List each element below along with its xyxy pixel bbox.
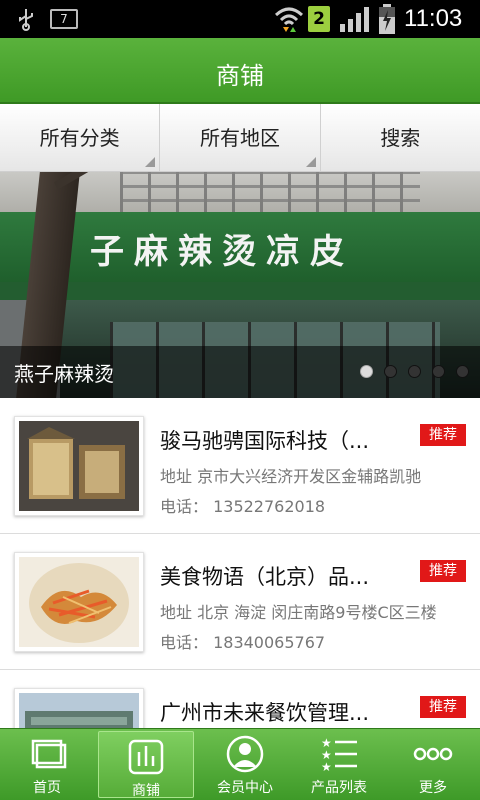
bottom-nav: 首页 商铺 会员中心 ★ ★ ★ 产品列表 更多: [0, 728, 480, 800]
recommend-badge: 推荐: [420, 424, 466, 446]
list-item[interactable]: 美食物语（北京）品... 推荐 地址 北京 海淀 闵庄南路9号楼C区三楼 电话：…: [0, 534, 480, 670]
filter-search[interactable]: 搜索: [321, 104, 480, 171]
shop-phone: 电话： 13522762018: [160, 497, 326, 516]
shop-thumbnail: [14, 688, 144, 728]
sim-slot-icon: 2: [308, 6, 330, 32]
nav-label: 会员中心: [217, 780, 273, 796]
recommend-badge: 推荐: [420, 696, 466, 718]
shop-image-art: [19, 557, 139, 647]
nav-home[interactable]: 首页: [0, 729, 94, 800]
nav-label: 首页: [33, 780, 61, 796]
nav-label: 更多: [419, 780, 447, 796]
usb-icon: [19, 9, 33, 31]
shop-name: 骏马驰骋国际科技（...: [160, 429, 370, 453]
title-bar: 商铺: [0, 38, 480, 104]
list-icon: ★ ★ ★: [321, 736, 357, 773]
banner-sub-sign: [0, 282, 480, 300]
list-item[interactable]: 广州市未来餐饮管理... 推荐: [0, 670, 480, 728]
filter-all-categories[interactable]: 所有分类: [0, 104, 161, 171]
banner-window-grid: [120, 172, 420, 216]
filter-label: 所有地区: [199, 126, 280, 150]
filter-label: 搜索: [380, 126, 421, 150]
shop-icon: [128, 739, 164, 775]
user-icon: [226, 735, 264, 773]
shop-image: [19, 557, 139, 647]
nav-more[interactable]: 更多: [386, 729, 480, 800]
filter-bar: 所有分类 所有地区 搜索: [0, 104, 480, 172]
banner-caption: 燕子麻辣烫: [14, 362, 114, 386]
shop-thumbnail: [14, 552, 144, 652]
carousel-dot[interactable]: [360, 365, 373, 378]
filter-all-regions[interactable]: 所有地区: [160, 104, 321, 171]
banner-sign-text: 子麻辣烫凉皮: [90, 232, 354, 272]
dropdown-corner-icon: [145, 157, 156, 167]
nav-label: 产品列表: [311, 780, 367, 796]
nav-shops[interactable]: 商铺: [98, 731, 194, 799]
nav-product-list[interactable]: ★ ★ ★ 产品列表: [292, 729, 386, 800]
page-title: 商铺: [216, 62, 264, 90]
nav-member-center[interactable]: 会员中心: [198, 729, 292, 800]
shop-image-art: [19, 693, 139, 728]
shop-list: 骏马驰骋国际科技（... 推荐 地址 京市大兴经济开发区金辅路凯驰 电话： 13…: [0, 398, 480, 728]
shop-image: [19, 421, 139, 511]
shop-name: 广州市未来餐饮管理...: [160, 701, 370, 725]
list-item[interactable]: 骏马驰骋国际科技（... 推荐 地址 京市大兴经济开发区金辅路凯驰 电话： 13…: [0, 398, 480, 534]
shop-address: 地址 京市大兴经济开发区金辅路凯驰: [160, 467, 422, 486]
carousel-dot[interactable]: [384, 365, 397, 378]
svg-text:★: ★: [321, 760, 332, 773]
notification-count-icon: 7: [50, 9, 78, 29]
filter-label: 所有分类: [39, 126, 120, 150]
battery-charging-icon: [379, 4, 395, 34]
shop-address: 地址 北京 海淀 闵庄南路9号楼C区三楼: [160, 603, 437, 622]
shop-image: [19, 693, 139, 728]
nav-label: 商铺: [132, 783, 160, 799]
recommend-badge: 推荐: [420, 560, 466, 582]
status-time: 11:03: [404, 5, 463, 32]
more-icon: [413, 747, 453, 761]
shop-name: 美食物语（北京）品...: [160, 565, 370, 589]
signal-icon: [340, 7, 369, 32]
banner-carousel[interactable]: 子麻辣烫凉皮 燕子麻辣烫: [0, 172, 480, 398]
carousel-dot[interactable]: [408, 365, 421, 378]
carousel-dot[interactable]: [432, 365, 445, 378]
shop-phone: 电话： 18340065767: [160, 633, 326, 652]
shop-image-art: [19, 421, 139, 511]
shop-thumbnail: [14, 416, 144, 516]
wifi-icon: [274, 7, 304, 32]
carousel-dot[interactable]: [456, 365, 469, 378]
dropdown-corner-icon: [305, 157, 316, 167]
carousel-indicators: [360, 365, 469, 378]
status-bar: 7 2 11:03: [0, 0, 480, 38]
home-icon: [31, 739, 67, 769]
